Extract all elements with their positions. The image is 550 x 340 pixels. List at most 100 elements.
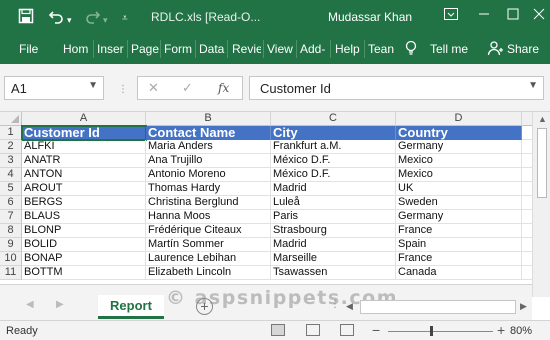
- empty-cell[interactable]: [522, 266, 532, 280]
- worksheet-grid[interactable]: A B C D 1 Customer Id Contact Name City Coun…: [0, 112, 532, 284]
- column-header-e[interactable]: [522, 112, 532, 126]
- table-cell[interactable]: Christina Berglund: [146, 196, 271, 210]
- table-cell[interactable]: ALFKI: [22, 140, 146, 154]
- table-cell[interactable]: Madrid: [271, 182, 396, 196]
- insert-function-icon[interactable]: fx: [218, 81, 229, 95]
- tab-add-ins[interactable]: Add-: [300, 42, 328, 56]
- name-box[interactable]: A1 ▼: [4, 76, 104, 100]
- table-cell[interactable]: Germany: [396, 140, 522, 154]
- scroll-up-icon[interactable]: ▲: [538, 114, 547, 124]
- table-cell[interactable]: Maria Anders: [146, 140, 271, 154]
- tab-formulas[interactable]: Form: [164, 42, 193, 56]
- row-header[interactable]: 4: [0, 168, 22, 182]
- table-cell[interactable]: UK: [396, 182, 522, 196]
- table-cell[interactable]: Hanna Moos: [146, 210, 271, 224]
- empty-cell[interactable]: [522, 238, 532, 252]
- empty-cell[interactable]: [522, 252, 532, 266]
- table-cell[interactable]: France: [396, 224, 522, 238]
- normal-view-icon[interactable]: [271, 324, 285, 336]
- table-cell[interactable]: México D.F.: [271, 168, 396, 182]
- tab-help[interactable]: Help: [335, 42, 362, 56]
- table-cell[interactable]: México D.F.: [271, 154, 396, 168]
- table-cell[interactable]: Luleå: [271, 196, 396, 210]
- table-cell[interactable]: Sweden: [396, 196, 522, 210]
- select-all-corner[interactable]: [0, 112, 22, 126]
- next-sheet-icon[interactable]: ▶: [56, 299, 64, 310]
- table-cell[interactable]: Frankfurt a.M.: [271, 140, 396, 154]
- table-cell[interactable]: AROUT: [22, 182, 146, 196]
- table-cell[interactable]: Strasbourg: [271, 224, 396, 238]
- header-cell[interactable]: Customer Id: [21, 125, 147, 141]
- scroll-left-icon[interactable]: ◀: [346, 301, 353, 312]
- table-cell[interactable]: BOLID: [22, 238, 146, 252]
- tab-page-layout[interactable]: Page: [131, 42, 159, 56]
- empty-cell[interactable]: [522, 154, 532, 168]
- cancel-icon[interactable]: ✕: [148, 80, 159, 96]
- tab-split-handle[interactable]: ⋮: [330, 299, 340, 310]
- empty-cell[interactable]: [522, 182, 532, 196]
- table-cell[interactable]: France: [396, 252, 522, 266]
- empty-cell[interactable]: [522, 196, 532, 210]
- redo-dropdown-icon[interactable]: ▾: [103, 11, 108, 29]
- share-person-icon[interactable]: [487, 40, 503, 59]
- header-cell[interactable]: Contact Name: [146, 126, 271, 140]
- customize-toolbar-icon[interactable]: ⩡: [122, 10, 128, 28]
- row-header[interactable]: 6: [0, 196, 22, 210]
- row-header[interactable]: 7: [0, 210, 22, 224]
- zoom-level[interactable]: 80%: [510, 325, 532, 337]
- table-cell[interactable]: BERGS: [22, 196, 146, 210]
- zoom-slider-track[interactable]: [388, 331, 493, 332]
- share-button[interactable]: Share: [507, 42, 539, 56]
- row-header[interactable]: 1: [0, 126, 22, 140]
- tab-team[interactable]: Tean: [368, 42, 395, 56]
- zoom-in-icon[interactable]: +: [497, 322, 505, 338]
- header-cell[interactable]: Country: [396, 126, 522, 140]
- undo-icon[interactable]: [48, 8, 64, 29]
- more-options-icon[interactable]: ⋮: [118, 84, 128, 95]
- table-cell[interactable]: Ana Trujillo: [146, 154, 271, 168]
- table-cell[interactable]: BLONP: [22, 224, 146, 238]
- table-cell[interactable]: Tsawassen: [271, 266, 396, 280]
- empty-cell[interactable]: [522, 140, 532, 154]
- page-layout-view-icon[interactable]: [306, 324, 320, 336]
- column-header-d[interactable]: D: [396, 112, 522, 126]
- header-cell[interactable]: City: [271, 126, 396, 140]
- empty-cell[interactable]: [522, 168, 532, 182]
- empty-cell[interactable]: [522, 126, 532, 140]
- table-cell[interactable]: BOTTM: [22, 266, 146, 280]
- row-header[interactable]: 3: [0, 154, 22, 168]
- table-cell[interactable]: Paris: [271, 210, 396, 224]
- sheet-tab-report[interactable]: Report: [98, 295, 164, 319]
- zoom-slider-thumb[interactable]: [430, 326, 433, 336]
- minimize-icon[interactable]: [478, 8, 490, 23]
- restore-ribbon-icon[interactable]: [444, 8, 458, 23]
- vertical-scroll-thumb[interactable]: [537, 128, 547, 198]
- tab-file[interactable]: File: [19, 42, 38, 56]
- table-cell[interactable]: Mexico: [396, 168, 522, 182]
- table-cell[interactable]: Martín Sommer: [146, 238, 271, 252]
- tab-review[interactable]: Revie: [232, 42, 261, 56]
- user-name[interactable]: Mudassar Khan: [328, 10, 412, 24]
- row-header[interactable]: 2: [0, 140, 22, 154]
- empty-cell[interactable]: [522, 224, 532, 238]
- table-cell[interactable]: Germany: [396, 210, 522, 224]
- table-cell[interactable]: Spain: [396, 238, 522, 252]
- row-header[interactable]: 8: [0, 224, 22, 238]
- row-header[interactable]: 11: [0, 266, 22, 280]
- tab-home[interactable]: Hom: [63, 42, 89, 56]
- expand-formula-icon[interactable]: ▼: [528, 80, 538, 91]
- table-cell[interactable]: Mexico: [396, 154, 522, 168]
- row-header[interactable]: 5: [0, 182, 22, 196]
- tell-me-search[interactable]: Tell me: [430, 42, 468, 56]
- table-cell[interactable]: Laurence Lebihan: [146, 252, 271, 266]
- zoom-out-icon[interactable]: −: [372, 322, 380, 338]
- chevron-down-icon[interactable]: ▼: [88, 80, 98, 91]
- table-cell[interactable]: Antonio Moreno: [146, 168, 271, 182]
- row-header[interactable]: 9: [0, 238, 22, 252]
- table-cell[interactable]: Frédérique Citeaux: [146, 224, 271, 238]
- close-icon[interactable]: [533, 8, 545, 23]
- table-cell[interactable]: Canada: [396, 266, 522, 280]
- horizontal-scrollbar[interactable]: [360, 300, 516, 314]
- tab-view[interactable]: View: [267, 42, 294, 56]
- table-cell[interactable]: Thomas Hardy: [146, 182, 271, 196]
